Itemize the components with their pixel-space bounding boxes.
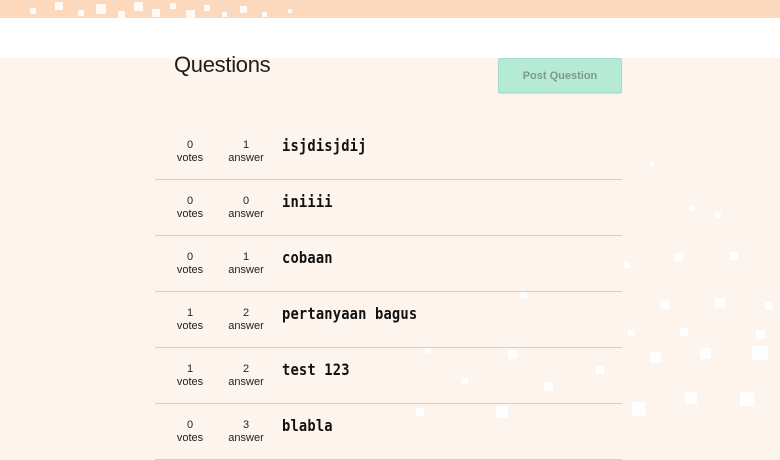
vote-count-value: 1 — [186, 363, 194, 375]
decor-pixel — [186, 10, 195, 18]
answer-count-label: answer — [228, 320, 264, 332]
question-row: 0 votes 1 answer isjdisjdij — [155, 124, 622, 180]
vote-count-label: votes — [176, 432, 204, 444]
answer-count-value: 0 — [242, 195, 250, 207]
vote-count-value: 0 — [186, 419, 194, 431]
decor-pixel — [204, 5, 210, 11]
decor-pixel — [690, 206, 695, 211]
answer-count: 1 answer — [221, 139, 271, 165]
decor-pixel — [632, 402, 646, 416]
post-question-button[interactable]: Post Question — [498, 58, 622, 93]
question-title-link[interactable]: cobaan — [282, 248, 333, 267]
page-title: Questions — [174, 52, 271, 77]
vote-count-value: 1 — [186, 307, 194, 319]
decor-pixel — [240, 6, 247, 13]
answer-count-label: answer — [228, 376, 264, 388]
decor-pixel — [262, 12, 267, 17]
top-white-bar — [0, 18, 780, 58]
decor-pixel — [650, 162, 654, 166]
decor-pixel — [730, 252, 738, 260]
question-row: 0 votes 3 answer blabla — [155, 404, 622, 460]
question-list: 0 votes 1 answer isjdisjdij 0 votes 0 an… — [155, 124, 622, 460]
decor-pixel — [222, 12, 227, 17]
decor-pixel — [675, 253, 683, 261]
answer-count-label: answer — [228, 208, 264, 220]
answer-count: 0 answer — [221, 195, 271, 221]
vote-count-label: votes — [176, 320, 204, 332]
decor-pixel — [170, 3, 176, 9]
decor-pixel — [628, 330, 634, 336]
question-title-link[interactable]: iniiii — [282, 192, 333, 211]
question-row: 0 votes 1 answer cobaan — [155, 236, 622, 292]
decor-pixel — [96, 4, 106, 14]
answer-count-value: 2 — [242, 307, 250, 319]
question-title-link[interactable]: pertanyaan bagus — [282, 304, 417, 323]
answer-count-label: answer — [228, 152, 264, 164]
answer-count-value: 3 — [242, 419, 250, 431]
vote-count-value: 0 — [186, 251, 194, 263]
question-title-link[interactable]: test 123 — [282, 360, 350, 379]
decor-pixel — [288, 9, 292, 13]
vote-count: 1 votes — [165, 307, 215, 333]
decor-pixel — [765, 302, 773, 310]
decor-pixel — [752, 346, 768, 360]
question-title-link[interactable]: blabla — [282, 416, 333, 435]
question-row: 1 votes 2 answer pertanyaan bagus — [155, 292, 622, 348]
vote-count: 0 votes — [165, 139, 215, 165]
decor-pixel — [55, 2, 63, 10]
vote-count: 0 votes — [165, 251, 215, 277]
vote-count-label: votes — [176, 152, 204, 164]
question-title-link[interactable]: isjdisjdij — [282, 136, 367, 155]
decor-pixel — [700, 348, 711, 359]
vote-count: 0 votes — [165, 419, 215, 445]
decor-pixel — [624, 262, 630, 268]
answer-count-value: 1 — [242, 139, 250, 151]
answer-count: 2 answer — [221, 363, 271, 389]
decor-pixel — [715, 298, 725, 308]
decor-pixel — [756, 330, 765, 339]
vote-count-label: votes — [176, 376, 204, 388]
answer-count-value: 1 — [242, 251, 250, 263]
question-row: 1 votes 2 answer test 123 — [155, 348, 622, 404]
answer-count: 3 answer — [221, 419, 271, 445]
question-row: 0 votes 0 answer iniiii — [155, 180, 622, 236]
decor-pixel — [152, 9, 160, 17]
decor-pixel — [30, 8, 36, 14]
decor-pixel — [680, 328, 688, 336]
answer-count-label: answer — [228, 264, 264, 276]
answer-count: 1 answer — [221, 251, 271, 277]
answer-count: 2 answer — [221, 307, 271, 333]
decor-pixel — [78, 10, 84, 16]
vote-count: 1 votes — [165, 363, 215, 389]
decor-pixel — [660, 300, 669, 309]
decor-pixel — [715, 212, 721, 218]
decor-pixel — [134, 2, 143, 11]
vote-count-value: 0 — [186, 139, 194, 151]
answer-count-value: 2 — [242, 363, 250, 375]
vote-count: 0 votes — [165, 195, 215, 221]
header-band — [0, 0, 780, 18]
decor-pixel — [650, 352, 661, 363]
decor-pixel — [740, 392, 754, 406]
vote-count-label: votes — [176, 264, 204, 276]
answer-count-label: answer — [228, 432, 264, 444]
vote-count-label: votes — [176, 208, 204, 220]
decor-pixel — [685, 392, 697, 404]
decor-pixel — [118, 11, 125, 18]
vote-count-value: 0 — [186, 195, 194, 207]
